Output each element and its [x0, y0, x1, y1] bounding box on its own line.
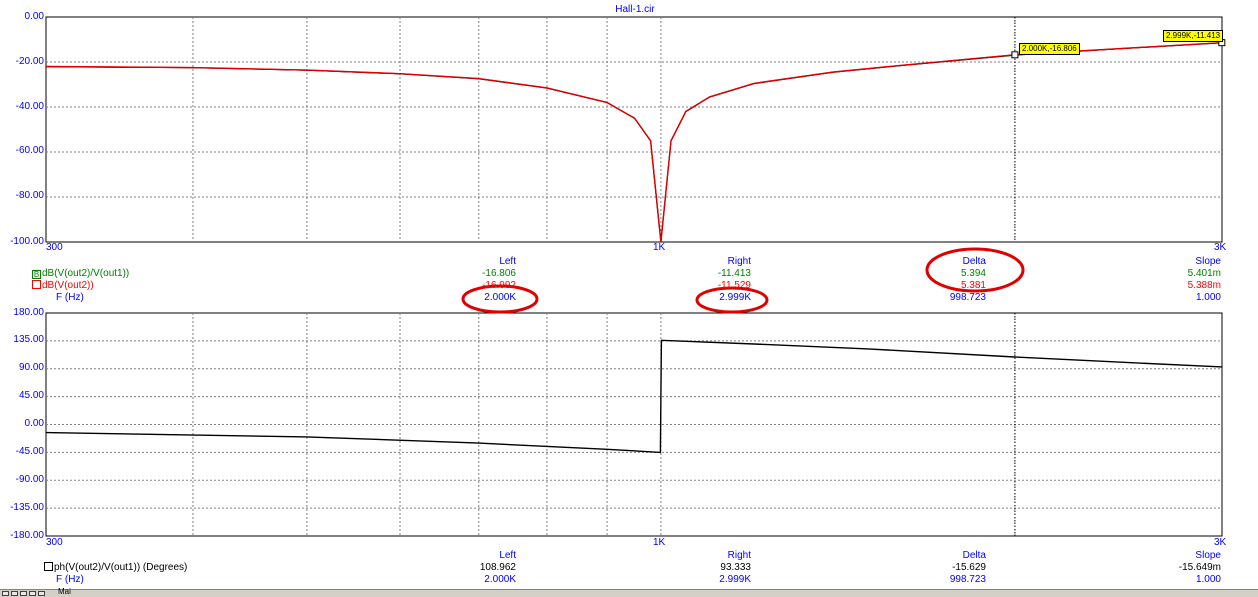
bottom-x-tick: 1K [653, 537, 666, 548]
top-x-tick: 300 [46, 242, 63, 253]
readout-value: 2.000K [484, 292, 516, 303]
readout-value: 2.000K [484, 574, 516, 585]
right-cursor-label: 2.999K,-11.413 [1163, 30, 1224, 42]
readout-header-delta: Delta [962, 550, 986, 561]
top-x-tick: 3K [1214, 242, 1227, 253]
analysis-window: Hall-1.cir 0.00 -20.00 -40.00 -60.00 -80… [0, 0, 1258, 597]
status-nav-button[interactable] [20, 591, 27, 596]
readout-header-delta: Delta [962, 256, 986, 267]
left-cursor-label: 2.000K,-16.806 [1019, 43, 1080, 55]
readout-value: 2.999K [719, 574, 751, 585]
plot-canvas [45, 16, 1226, 537]
trace-name: dB(V(out2)/V(out1)) [42, 268, 130, 279]
top-y-tick: -100.00 [10, 236, 44, 247]
trace-row-out2[interactable]: dB(V(out2)) [32, 280, 94, 292]
readout-value: -11.413 [717, 268, 751, 279]
bottom-y-tick: 45.00 [18, 390, 44, 401]
trace-name: dB(V(out2)) [42, 280, 94, 291]
status-nav-button[interactable] [11, 591, 18, 596]
readout-header-right: Right [727, 256, 751, 267]
readout-header-left: Left [499, 550, 516, 561]
bottom-y-tick: 180.00 [13, 307, 44, 318]
readout-value: 5.388m [1187, 280, 1221, 291]
status-nav-button[interactable] [29, 591, 36, 596]
status-nav-button[interactable] [2, 591, 9, 596]
readout-value: -15.629 [952, 562, 986, 573]
readout-header-left: Left [499, 256, 516, 267]
readout-value: 1.000 [1195, 574, 1221, 585]
top-y-tick: 0.00 [24, 11, 44, 22]
top-y-tick: -80.00 [15, 190, 44, 201]
top-x-tick: 1K [653, 242, 666, 253]
readout-header-slope: Slope [1195, 256, 1221, 267]
trace-checkbox[interactable] [32, 280, 41, 289]
bottom-x-tick: 3K [1214, 537, 1227, 548]
readout-value: -16.992 [482, 280, 516, 291]
top-y-tick: -40.00 [15, 101, 44, 112]
status-nav-button[interactable] [38, 591, 45, 596]
trace-row-freq: F (Hz) [56, 574, 84, 585]
bottom-y-tick: -180.00 [10, 530, 44, 541]
trace-row-freq: F (Hz) [56, 292, 84, 303]
left-cursor-marker [1011, 51, 1019, 59]
readout-value: 93.333 [720, 562, 751, 573]
readout-value: 5.401m [1187, 268, 1221, 279]
window-title: Hall-1.cir [615, 4, 655, 15]
readout-header-slope: Slope [1195, 550, 1221, 561]
bottom-y-tick: 135.00 [13, 334, 44, 345]
trace-row-ratio[interactable]: BdB(V(out2)/V(out1)) [32, 268, 129, 280]
readout-header-right: Right [727, 550, 751, 561]
readout-value: 998.723 [949, 292, 986, 303]
trace-name: ph(V(out2)/V(out1)) (Degrees) [54, 562, 188, 573]
bottom-y-tick: 90.00 [18, 362, 44, 373]
bottom-y-tick: -135.00 [10, 502, 44, 513]
bottom-x-tick: 300 [46, 537, 63, 548]
readout-value: 5.394 [960, 268, 986, 279]
status-tab[interactable]: Mai [58, 587, 71, 596]
readout-value: -15.649m [1178, 562, 1221, 573]
trace-checkbox[interactable]: B [32, 270, 41, 279]
bottom-y-tick: -45.00 [15, 446, 44, 457]
readout-value: 998.723 [949, 574, 986, 585]
top-y-tick: -60.00 [15, 145, 44, 156]
readout-value: -16.806 [482, 268, 516, 279]
readout-value: -11.529 [717, 280, 751, 291]
bottom-y-tick: -90.00 [15, 474, 44, 485]
bottom-y-tick: 0.00 [24, 418, 44, 429]
trace-checkbox[interactable] [44, 562, 53, 571]
readout-value: 5.381 [960, 280, 986, 291]
readout-value: 2.999K [719, 292, 751, 303]
readout-value: 108.962 [479, 562, 516, 573]
top-y-tick: -20.00 [15, 56, 44, 67]
readout-value: 1.000 [1195, 292, 1221, 303]
trace-row-phase[interactable]: ph(V(out2)/V(out1)) (Degrees) [44, 562, 187, 574]
